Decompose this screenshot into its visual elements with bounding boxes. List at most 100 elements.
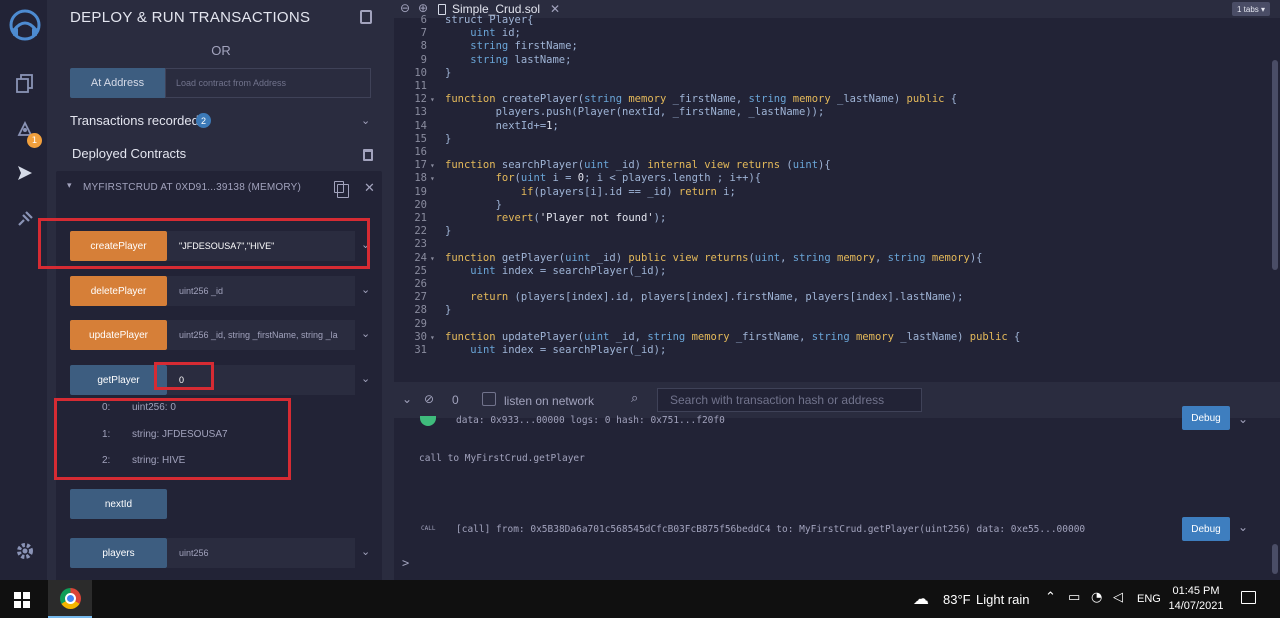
code-text: function searchPlayer(uint _id) internal…	[445, 159, 831, 172]
weather-text[interactable]: Light rain	[976, 580, 1029, 618]
line-number: 28	[414, 304, 427, 317]
players-button[interactable]: players	[70, 538, 167, 568]
players-args-input[interactable]: uint256	[167, 538, 355, 568]
fold-arrow-icon[interactable]: ▾	[430, 159, 435, 172]
code-text: }	[445, 132, 452, 145]
language-indicator[interactable]: ENG	[1137, 580, 1161, 618]
line-number: 11	[414, 80, 427, 92]
chevron-down-icon[interactable]: ⌄	[1238, 520, 1248, 534]
debug-button[interactable]: Debug	[1182, 406, 1230, 430]
code-text: uint id;	[470, 27, 521, 40]
chevron-down-icon[interactable]: ⌄	[361, 283, 370, 296]
wifi-icon[interactable]: ◔	[1091, 590, 1102, 605]
collapse-chevron-icon[interactable]: ▾	[67, 181, 72, 191]
weather-cloud-icon[interactable]: ☁	[913, 589, 929, 608]
terminal-toolbar: ⌄ ⊘ 0 listen on network ⌕ Search with tr…	[394, 382, 1280, 418]
volume-icon[interactable]: ◁	[1113, 590, 1123, 605]
result-row: 0: uint256: 0	[102, 402, 176, 413]
log-line: call to MyFirstCrud.getPlayer	[419, 453, 585, 464]
panel-title: DEPLOY & RUN TRANSACTIONS	[70, 9, 311, 26]
file-icon	[438, 3, 446, 15]
trash-icon[interactable]	[363, 149, 373, 161]
fold-arrow-icon[interactable]: ▾	[430, 93, 435, 106]
console-prompt[interactable]: >	[402, 556, 409, 570]
weather-temp[interactable]: 83°F	[943, 580, 971, 618]
line-number: 24	[414, 251, 427, 264]
battery-icon[interactable]: ▭	[1068, 590, 1080, 605]
copy-address-icon[interactable]	[334, 181, 349, 198]
terminal-scrollbar[interactable]	[1272, 544, 1278, 574]
line-number: 15	[414, 132, 427, 145]
clock[interactable]: 01:45 PM 14/07/2021	[1168, 584, 1224, 614]
search-icon: ⌕	[631, 391, 639, 406]
fold-arrow-icon[interactable]: ▾	[430, 331, 435, 344]
remix-logo-icon[interactable]	[8, 8, 42, 42]
line-number: 23	[414, 238, 427, 251]
compiler-warning-badge: 1	[27, 133, 42, 148]
close-tab-icon[interactable]: ✕	[550, 2, 560, 16]
code-area[interactable]: 6 struct Player{7 uint id; 8 string firstN…	[394, 14, 1268, 382]
code-text: if(players[i].id == _id) return i;	[520, 185, 736, 198]
remix-ide: 1 DEPLOY & RUN TRANSACTIONS OR At Addres…	[0, 0, 1280, 580]
zoom-in-icon[interactable]: ⊕	[418, 1, 428, 15]
createplayer-button[interactable]: createPlayer	[70, 231, 167, 261]
windows-start-icon[interactable]	[14, 592, 30, 608]
taskbar-chrome[interactable]	[48, 580, 92, 618]
terminal-output: data: 0x933...00000 logs: 0 hash: 0x751.…	[394, 406, 1280, 580]
deploy-run-icon[interactable]	[12, 160, 38, 186]
docs-book-icon[interactable]	[360, 10, 372, 24]
remove-instance-icon[interactable]: ✕	[364, 180, 375, 196]
call-tag: CALL	[421, 525, 436, 532]
line-number: 20	[414, 198, 427, 211]
zoom-out-icon[interactable]: ⊖	[400, 1, 410, 15]
line-number: 8	[420, 40, 427, 53]
tray-overflow-icon[interactable]: ⌃	[1045, 590, 1056, 605]
createplayer-args-input[interactable]: "JFDESOUSA7","HIVE"	[167, 231, 355, 261]
code-text: string firstName;	[470, 40, 578, 53]
updateplayer-args-input[interactable]: uint256 _id, string _firstName, string _…	[167, 320, 355, 350]
collapse-terminal-icon[interactable]: ⌄	[402, 392, 412, 406]
chevron-down-icon[interactable]: ⌄	[361, 327, 370, 340]
editor-scrollbar[interactable]	[1272, 60, 1278, 270]
notifications-icon[interactable]	[1241, 591, 1256, 604]
plugin-manager-icon[interactable]	[12, 206, 38, 232]
fold-arrow-icon[interactable]: ▾	[430, 172, 435, 185]
line-number: 26	[414, 278, 427, 290]
clear-console-icon[interactable]: ⊘	[424, 392, 434, 406]
updateplayer-button[interactable]: updatePlayer	[70, 320, 167, 350]
log-line: [call] from: 0x5B38Da6a701c568545dCfcB03…	[456, 524, 1086, 535]
settings-gear-icon[interactable]	[12, 538, 38, 564]
line-number: 31	[414, 344, 427, 356]
code-text: function updatePlayer(uint _id, string m…	[445, 330, 1021, 343]
load-contract-address-input[interactable]: Load contract from Address	[165, 68, 371, 98]
tabs-count-dropdown[interactable]: 1 tabs ▾	[1232, 2, 1270, 16]
getplayer-button[interactable]: getPlayer	[70, 365, 167, 395]
terminal-search-input[interactable]: Search with transaction hash or address	[657, 388, 922, 412]
chevron-down-icon[interactable]: ⌄	[361, 545, 370, 558]
file-explorer-icon[interactable]	[12, 70, 38, 96]
listen-network-checkbox[interactable]	[482, 392, 496, 406]
code-text: uint index = searchPlayer(_id);	[470, 344, 667, 356]
or-separator: OR	[211, 43, 231, 58]
line-number: 13	[414, 106, 427, 119]
fold-arrow-icon[interactable]: ▾	[430, 252, 435, 265]
chrome-icon	[60, 588, 81, 609]
code-editor: ⊖ ⊕ Simple_Crud.sol ✕ 1 tabs ▾ 6 struct P…	[394, 0, 1280, 382]
chevron-down-icon[interactable]: ⌄	[361, 372, 370, 385]
chevron-down-icon[interactable]: ⌄	[361, 114, 370, 127]
transactions-recorded-label[interactable]: Transactions recorded	[70, 113, 199, 128]
chevron-down-icon[interactable]: ⌄	[361, 238, 370, 251]
code-text: nextId+=1;	[445, 119, 559, 132]
line-number: 21	[414, 212, 427, 224]
log-line: data: 0x933...00000 logs: 0 hash: 0x751.…	[456, 415, 725, 426]
debug-button[interactable]: Debug	[1182, 517, 1230, 541]
deleteplayer-button[interactable]: deletePlayer	[70, 276, 167, 306]
success-check-icon	[420, 416, 436, 426]
at-address-button[interactable]: At Address	[70, 68, 165, 98]
chevron-down-icon[interactable]: ⌄	[1238, 412, 1248, 426]
deleteplayer-args-input[interactable]: uint256 _id	[167, 276, 355, 306]
result-row: 1: string: JFDESOUSA7	[102, 429, 228, 440]
getplayer-args-input[interactable]: 0	[167, 365, 355, 395]
code-text: }	[445, 225, 452, 238]
nextid-button[interactable]: nextId	[70, 489, 167, 519]
